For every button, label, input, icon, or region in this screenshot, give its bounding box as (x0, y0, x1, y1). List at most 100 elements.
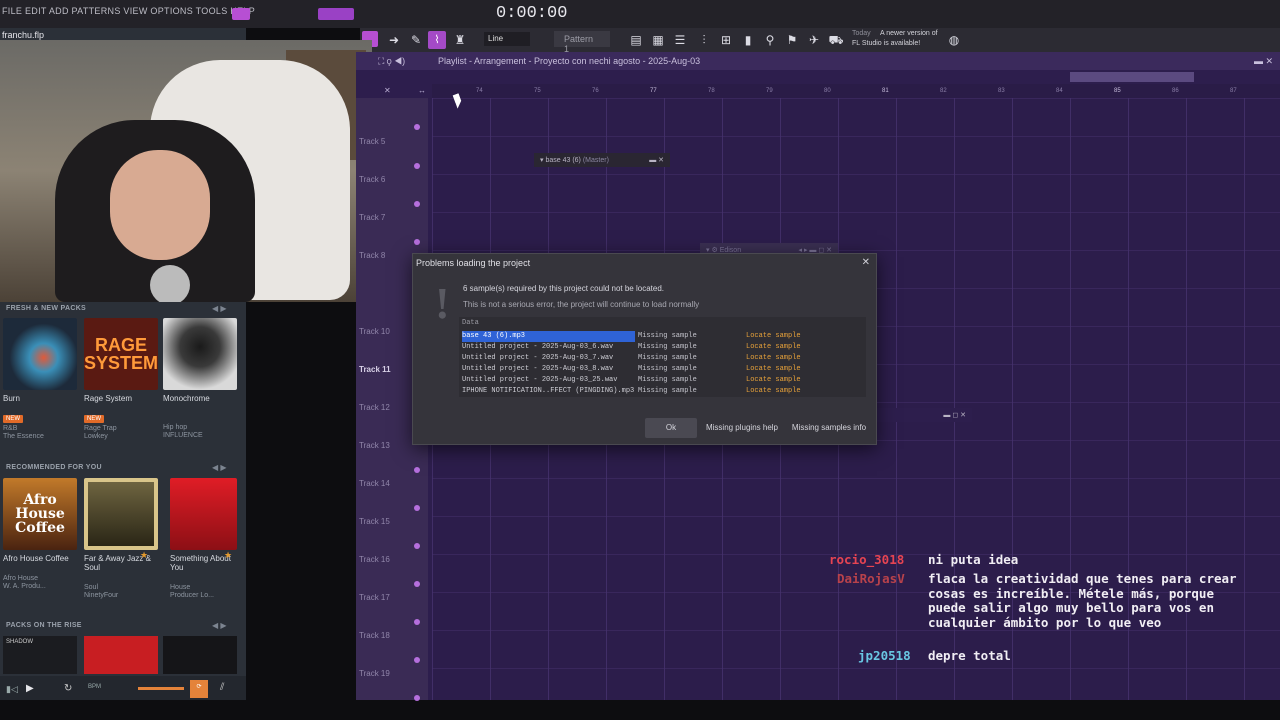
missing-samples-info-button[interactable]: Missing samples info (791, 418, 867, 438)
pattern-select[interactable]: Pattern 1 (554, 31, 610, 54)
ruler-tick: 82 (940, 88, 947, 94)
track-mute-led[interactable] (414, 239, 420, 245)
locate-sample-link[interactable]: Locate sample (746, 375, 801, 386)
floating-window-base43[interactable]: ▾ base 43 (6) (Master) ▬ ✕ (534, 153, 670, 167)
table-row[interactable]: base 43 (6).mp3 Missing sample Locate samp… (459, 331, 866, 342)
news-line2[interactable]: FL Studio is available! (852, 40, 920, 47)
section-recommended-title: RECOMMENDED FOR YOU (6, 464, 102, 471)
track-label[interactable]: Track 14 (359, 479, 390, 488)
pack-name: Rage System (84, 394, 133, 403)
ok-button[interactable]: Ok (645, 418, 697, 438)
pack-card-rise-2[interactable] (84, 636, 158, 674)
play-icon[interactable]: ▶ (26, 683, 34, 694)
horizontal-scrollbar[interactable] (1070, 72, 1194, 82)
track-mute-led[interactable] (414, 619, 420, 625)
piano-roll-icon[interactable]: ▦ (650, 33, 666, 47)
track-mute-led[interactable] (414, 581, 420, 587)
window-controls[interactable]: ▬ ✕ (1254, 56, 1273, 67)
song-time-display: 0:00:00 (496, 4, 568, 23)
track-label[interactable]: Track 7 (359, 213, 385, 222)
table-row[interactable]: Untitled project - 2025-Aug-03_25.wav Mis… (459, 375, 866, 386)
sync-bpm-button[interactable]: ⟳ (190, 680, 208, 698)
channel-rack-icon[interactable]: ▤ (628, 33, 644, 47)
track-mute-led[interactable] (414, 543, 420, 549)
pack-card-far-away[interactable]: Far & Away Jazz & Soul Soul NinetyFour (84, 478, 158, 600)
table-row[interactable]: Untitled project - 2025-Aug-03_7.wav Miss… (459, 353, 866, 364)
table-row[interactable]: IPHONE NOTIFICATION..FFECT (PINGDING).mp… (459, 386, 866, 397)
recommended-nav-arrows[interactable]: ◀ ▶ (212, 463, 227, 472)
playlist-tools[interactable]: ⛶ ⚲ ◀) (378, 56, 405, 67)
locate-sample-link[interactable]: Locate sample (746, 353, 801, 364)
locate-sample-link[interactable]: Locate sample (746, 364, 801, 375)
pencil-icon[interactable]: ✎ (408, 33, 424, 47)
rise-nav-arrows[interactable]: ◀ ▶ (212, 621, 227, 630)
pack-genre: Rage Trap (84, 425, 117, 432)
mixer-icon[interactable]: ☰ (672, 33, 688, 47)
snap-select[interactable]: Line (484, 32, 530, 46)
track-label[interactable]: Track 15 (359, 517, 390, 526)
track-label[interactable]: Track 10 (359, 327, 390, 336)
track-label[interactable]: Track 6 (359, 175, 385, 184)
track-label[interactable]: Track 17 (359, 593, 390, 602)
pack-card-burn[interactable]: Burn NEW R&B The Essence (3, 318, 77, 441)
locate-sample-link[interactable]: Locate sample (746, 386, 801, 397)
plugin-icon[interactable]: ⊞ (718, 33, 734, 47)
pack-author: NinetyFour (84, 592, 119, 599)
faders-icon[interactable]: ⫶ (696, 33, 712, 47)
favorite-star-icon[interactable]: ★ (140, 550, 148, 561)
track-label[interactable]: Track 16 (359, 555, 390, 564)
pack-card-rise-3[interactable] (163, 636, 237, 674)
pack-card-rage-system[interactable]: RAGE SYSTEM Rage System NEW Rage Trap Lo… (84, 318, 158, 441)
missing-plugins-help-button[interactable]: Missing plugins help (705, 418, 779, 438)
locate-sample-link[interactable]: Locate sample (746, 342, 801, 353)
news-line1[interactable]: A newer version of (880, 30, 938, 37)
expand-icon[interactable]: ↔ (418, 86, 426, 95)
close-icon[interactable]: ✕ (862, 257, 870, 268)
waveform-icon[interactable]: ⫽ (220, 682, 224, 693)
prev-icon[interactable]: ▮◁ (6, 684, 18, 695)
track-label[interactable]: Track 19 (359, 669, 390, 678)
track-label[interactable]: Track 13 (359, 441, 390, 450)
ruler-tick: 75 (534, 88, 541, 94)
track-label[interactable]: Track 5 (359, 137, 385, 146)
table-row[interactable]: Untitled project - 2025-Aug-03_6.wav Miss… (459, 342, 866, 353)
favorite-star-icon[interactable]: ★ (224, 550, 232, 561)
track-mute-led[interactable] (414, 467, 420, 473)
globe-icon[interactable]: ◍ (946, 33, 962, 47)
pack-card-afro-house-coffee[interactable]: Afro House Coffee Afro House Coffee Afro… (3, 478, 77, 591)
pattern-mode-button[interactable] (232, 8, 250, 20)
tool-icon[interactable]: ✈ (806, 33, 822, 47)
locate-sample-link[interactable]: Locate sample (746, 331, 801, 342)
table-row[interactable]: Untitled project - 2025-Aug-03_8.wav Miss… (459, 364, 866, 375)
pack-name: Afro House Coffee (3, 554, 69, 563)
timeline-ruler[interactable] (432, 84, 1280, 98)
fresh-nav-arrows[interactable]: ◀ ▶ (212, 304, 227, 313)
stamp-icon[interactable]: ♜ (452, 33, 468, 47)
track-mute-led[interactable] (414, 201, 420, 207)
tempo-button[interactable] (318, 8, 354, 20)
track-mute-led[interactable] (414, 657, 420, 663)
pack-card-monochrome[interactable]: Monochrome Hip hop INFLUENCE (163, 318, 237, 440)
cart-icon[interactable]: ⛟ (828, 33, 844, 47)
paint-tool-icon[interactable]: ⌇ (428, 31, 446, 49)
file-icon[interactable]: ▮ (740, 33, 756, 47)
plug-icon[interactable]: ⚲ (762, 33, 778, 47)
track-mute-led[interactable] (414, 695, 420, 701)
track-mute-led[interactable] (414, 505, 420, 511)
volume-slider[interactable] (138, 687, 184, 690)
main-menu[interactable]: FILE EDIT ADD PATTERNS VIEW OPTIONS TOOL… (2, 6, 255, 16)
track-mute-led[interactable] (414, 163, 420, 169)
track-label[interactable]: Track 18 (359, 631, 390, 640)
track-label[interactable]: Track 8 (359, 251, 385, 260)
track-label[interactable]: Track 12 (359, 403, 390, 412)
arrow-right-icon[interactable]: ➜ (386, 33, 402, 47)
track-label[interactable]: Track 11 (359, 365, 391, 374)
track-mute-led[interactable] (414, 124, 420, 130)
tag-icon[interactable]: ⚑ (784, 33, 800, 47)
loop-icon[interactable]: ↻ (64, 683, 72, 694)
pack-card-rise-1[interactable]: SHADOW (3, 636, 77, 674)
sample-status: Missing sample (638, 354, 697, 362)
pack-card-something-about-you[interactable]: Something About You House Producer Lo... (170, 478, 237, 600)
close-icon[interactable]: ✕ (384, 86, 391, 95)
floating-window-3[interactable]: ▬ ◻ ✕ (874, 408, 972, 422)
